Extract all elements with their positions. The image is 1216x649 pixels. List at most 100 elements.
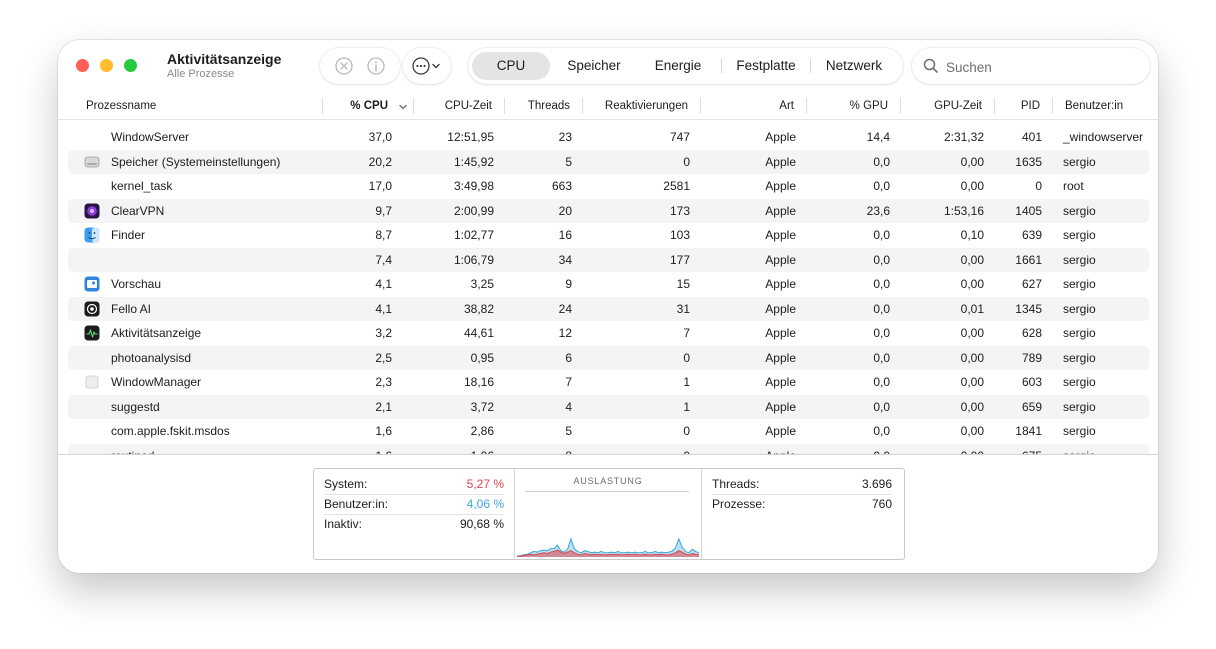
cell-wakeups: 747	[669, 130, 690, 144]
minimize-window-button[interactable]	[100, 59, 113, 72]
cell-threads: 5	[565, 154, 572, 169]
cell-wakeups: 0	[683, 350, 690, 365]
column-header-process-name[interactable]: Prozessname	[86, 94, 156, 119]
search-input[interactable]	[944, 54, 1138, 80]
cell-pid: 627	[1021, 277, 1042, 291]
cell-cpu: 7,4	[375, 252, 392, 267]
table-row[interactable]: routined1,6 1,96 8 0 Apple 0,0 0,00 675 sergio	[68, 443, 1149, 455]
cell-kind: Apple	[765, 350, 796, 365]
column-divider	[806, 98, 807, 114]
cell-cpu: 1,6	[328, 444, 392, 455]
table-row[interactable]: Finder 8,7 1:02,77 16 103 Apple 0,0 0,10 639 serg…	[68, 223, 1149, 247]
search-field[interactable]	[912, 48, 1150, 84]
cell-process-name: Speicher (Systemeinstellungen)	[111, 154, 281, 169]
cell-gpu-time: 1:53,16	[943, 203, 984, 218]
cell-pid: 401	[1021, 130, 1042, 144]
table-row[interactable]: photoanalysisd 2,5 0,95 6 0 Apple 0,0 0,00 789 se…	[68, 345, 1149, 370]
cell-pid: 603	[1021, 375, 1042, 389]
table-row[interactable]: ClearVPN 9,7 2:00,99 20 173 Apple 23,6 1:53,16 1…	[68, 198, 1149, 223]
column-divider	[582, 98, 583, 114]
cell-user: sergio	[1063, 203, 1096, 218]
stat-value-processes: 760	[871, 497, 892, 511]
cell-wakeups: 173	[669, 203, 690, 218]
cell-gpu-time: 0,00	[960, 179, 984, 193]
cell-wakeups: 177	[669, 252, 690, 267]
cell-pid: 659	[1021, 399, 1042, 414]
cell-pid: 0	[1035, 179, 1042, 193]
table-row[interactable]: Speicher (Systemeinstellungen) 20,2 1:45,9…	[68, 149, 1149, 174]
cell-process-name: Aktivitätsanzeige	[111, 326, 202, 340]
table-row[interactable]: com.apple.fskit.msdos 1,6 2,86 5 0 Apple 0,0 0,…	[68, 419, 1149, 443]
cell-threads: 5	[565, 424, 572, 438]
tab-energie[interactable]: Energie	[638, 52, 718, 80]
column-header-pid[interactable]: PID	[998, 94, 1040, 119]
column-header-wakeups[interactable]: Reaktivierungen	[586, 94, 688, 119]
column-header-user[interactable]: Benutzer:in	[1065, 94, 1123, 119]
tab-festplatte[interactable]: Festplatte	[724, 52, 808, 80]
cell-wakeups: 0	[683, 154, 690, 169]
table-row[interactable]: Fello AI 4,1 38,82 24 31 Apple 0,0 0,01 1345 serg…	[68, 296, 1149, 321]
table-row[interactable]: suggestd 2,1 3,72 4 1 Apple 0,0 0,00 659 sergio	[68, 394, 1149, 419]
tab-divider	[810, 59, 811, 73]
cell-user: sergio	[1063, 424, 1096, 438]
cell-wakeups: 31	[676, 301, 690, 316]
close-window-button[interactable]	[76, 59, 89, 72]
cell-gpu-time: 2:31,32	[943, 130, 984, 144]
cell-process-name: WindowServer	[111, 130, 190, 144]
cell-threads: 16	[558, 228, 572, 242]
table-row[interactable]: 7,4 1:06,79 34 177 Apple 0,0 0,00 1661 sergio	[68, 247, 1149, 272]
cell-user: sergio	[1063, 252, 1096, 267]
table-row[interactable]: Vorschau 4,1 3,25 9 15 Apple 0,0 0,00 627 sergio	[68, 272, 1149, 296]
column-header-threads[interactable]: Threads	[508, 94, 570, 119]
table-row[interactable]: Aktivitätsanzeige 3,2 44,61 12 7 Apple 0,0 0,00…	[68, 321, 1149, 345]
cell-cpu-time: 1,96	[418, 444, 494, 455]
column-header-cpu[interactable]: % CPU	[328, 94, 388, 119]
cell-wakeups: 103	[669, 228, 690, 242]
cell-gpu-time: 0,00	[960, 326, 984, 340]
activity-monitor-app-icon	[84, 325, 100, 341]
column-header-cpu-time[interactable]: CPU-Zeit	[418, 94, 492, 119]
column-divider	[900, 98, 901, 114]
cell-cpu-time: 3:49,98	[453, 179, 494, 193]
cell-user: sergio	[1063, 326, 1096, 340]
table-row[interactable]: WindowServer 37,0 12:51,95 23 747 Apple 14,4 2:…	[68, 125, 1149, 149]
cell-pid: 639	[1021, 228, 1042, 242]
cell-wakeups: 1	[683, 399, 690, 414]
tab-speicher[interactable]: Speicher	[554, 52, 634, 80]
cell-kind: Apple	[765, 301, 796, 316]
cell-user: sergio	[1063, 375, 1096, 389]
process-actions-group	[320, 48, 400, 84]
more-actions-button[interactable]	[403, 48, 451, 84]
cell-cpu-time: 18,16	[463, 375, 494, 389]
table-row[interactable]: WindowManager 2,3 18,16 7 1 Apple 0,0 0,00 603 se…	[68, 370, 1149, 394]
column-header-gpu[interactable]: % GPU	[810, 94, 888, 119]
cell-kind: Apple	[706, 444, 796, 455]
cell-wakeups: 0	[586, 444, 690, 455]
cell-threads: 9	[565, 277, 572, 291]
cell-threads: 12	[558, 326, 572, 340]
x-circle-icon[interactable]	[334, 56, 354, 76]
tab-cpu[interactable]: CPU	[472, 52, 550, 80]
cell-threads: 24	[558, 301, 572, 316]
cell-cpu: 3,2	[375, 326, 392, 340]
cell-cpu-time: 12:51,95	[447, 130, 494, 144]
cell-gpu-time: 0,01	[960, 301, 984, 316]
column-header-kind[interactable]: Art	[706, 94, 794, 119]
cell-gpu: 23,6	[866, 203, 890, 218]
cpu-stats-box: System: 5,27 % Benutzer:in: 4,06 % Inakt…	[313, 468, 905, 560]
process-table: WindowServer 37,0 12:51,95 23 747 Apple 14,4 2:…	[68, 125, 1149, 454]
column-divider	[322, 98, 323, 114]
cell-process-name: com.apple.fskit.msdos	[111, 424, 230, 438]
zoom-window-button[interactable]	[124, 59, 137, 72]
cell-process-name: Fello AI	[111, 301, 152, 316]
info-icon[interactable]	[366, 56, 386, 76]
cell-kind: Apple	[765, 252, 796, 267]
cell-wakeups: 2581	[663, 179, 690, 193]
column-header-gpu-time[interactable]: GPU-Zeit	[904, 94, 982, 119]
cell-threads: 7	[565, 375, 572, 389]
cell-gpu: 0,0	[810, 444, 890, 455]
table-row[interactable]: kernel_task 17,0 3:49,98 663 2581 Apple 0,0 0,0…	[68, 174, 1149, 198]
cell-gpu: 0,0	[873, 350, 890, 365]
tab-netzwerk[interactable]: Netzwerk	[812, 52, 896, 80]
cell-pid: 789	[1021, 350, 1042, 365]
